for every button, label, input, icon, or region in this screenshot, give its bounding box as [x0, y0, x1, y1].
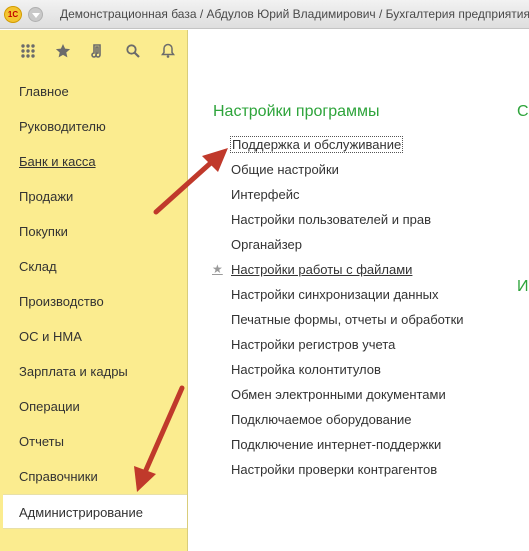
link-file-settings[interactable]: ★ Настройки работы с файлами [212, 257, 464, 282]
section-warehouse[interactable]: Склад [0, 249, 187, 284]
link-label: Подключение интернет-поддержки [231, 437, 442, 452]
window-title: Демонстрационная база / Абдулов Юрий Вла… [60, 7, 529, 21]
settings-links-list: Поддержка и обслуживание Общие настройки… [212, 132, 464, 482]
link-label: Настройки пользователей и прав [231, 212, 432, 227]
section-label: Банк и касса [19, 154, 96, 169]
section-sales[interactable]: Продажи [0, 179, 187, 214]
link-label: Печатные формы, отчеты и обработки [231, 312, 464, 327]
link-general-settings[interactable]: Общие настройки [231, 157, 464, 182]
section-manager[interactable]: Руководителю [0, 109, 187, 144]
link-interface[interactable]: Интерфейс [231, 182, 464, 207]
section-label: Операции [19, 399, 80, 414]
sidebar-toolbar [0, 30, 187, 72]
link-organizer[interactable]: Органайзер [231, 232, 464, 257]
section-bank-cash[interactable]: Банк и касса [0, 144, 187, 179]
section-label: Руководителю [19, 119, 106, 134]
section-administration[interactable]: Администрирование [3, 494, 187, 529]
link-equipment[interactable]: Подключаемое оборудование [231, 407, 464, 432]
link-label: Интерфейс [231, 187, 300, 202]
section-label: Склад [19, 259, 57, 274]
link-label: Настройки синхронизации данных [231, 287, 439, 302]
section-label: Справочники [19, 469, 98, 484]
sections-list: Главное Руководителю Банк и касса Продаж… [0, 74, 187, 529]
section-catalogs[interactable]: Справочники [0, 459, 187, 494]
section-production[interactable]: Производство [0, 284, 187, 319]
second-column-heading: С [517, 103, 529, 120]
link-internet-support[interactable]: Подключение интернет-поддержки [231, 432, 464, 457]
link-label: Настройки проверки контрагентов [231, 462, 438, 477]
link-accounting-registers[interactable]: Настройки регистров учета [231, 332, 464, 357]
section-label: Зарплата и кадры [19, 364, 128, 379]
section-operations[interactable]: Операции [0, 389, 187, 424]
section-fixed-assets[interactable]: ОС и НМА [0, 319, 187, 354]
section-label: Отчеты [19, 434, 64, 449]
main-menu-button[interactable] [28, 7, 43, 22]
section-salary-hr[interactable]: Зарплата и кадры [0, 354, 187, 389]
link-edi[interactable]: Обмен электронными документами [231, 382, 464, 407]
link-headers-footers[interactable]: Настройка колонтитулов [231, 357, 464, 382]
sections-panel: Главное Руководителю Банк и касса Продаж… [0, 30, 188, 551]
section-purchases[interactable]: Покупки [0, 214, 187, 249]
link-label: Обмен электронными документами [231, 387, 446, 402]
link-label: Поддержка и обслуживание [229, 136, 404, 153]
search-icon[interactable] [115, 39, 150, 63]
section-label: Администрирование [19, 505, 143, 520]
section-label: Покупки [19, 224, 68, 239]
link-label: Органайзер [231, 237, 302, 252]
title-bar: 1С Демонстрационная база / Абдулов Юрий … [0, 0, 529, 29]
apps-grid-icon[interactable] [10, 39, 45, 63]
app-logo-icon[interactable]: 1С [4, 6, 22, 23]
favorite-star-icon: ★ [212, 262, 223, 276]
content-area: Настройки программы С И Поддержка и обсл… [189, 30, 529, 551]
link-label: Общие настройки [231, 162, 339, 177]
link-users-rights[interactable]: Настройки пользователей и прав [231, 207, 464, 232]
link-label: Настройки регистров учета [231, 337, 396, 352]
history-icon[interactable] [80, 39, 115, 63]
section-reports[interactable]: Отчеты [0, 424, 187, 459]
link-data-sync[interactable]: Настройки синхронизации данных [231, 282, 464, 307]
third-column-heading: И [517, 278, 529, 295]
link-label: Подключаемое оборудование [231, 412, 412, 427]
link-label: Настройки работы с файлами [231, 262, 413, 277]
section-label: ОС и НМА [19, 329, 82, 344]
bell-icon[interactable] [150, 39, 185, 63]
section-label: Производство [19, 294, 104, 309]
section-label: Продажи [19, 189, 74, 204]
program-settings-heading: Настройки программы [213, 103, 380, 120]
section-label: Главное [19, 84, 69, 99]
link-counterparty-check[interactable]: Настройки проверки контрагентов [231, 457, 464, 482]
link-support-maintenance[interactable]: Поддержка и обслуживание [229, 132, 464, 157]
section-main[interactable]: Главное [0, 74, 187, 109]
star-icon[interactable] [45, 39, 80, 63]
link-label: Настройка колонтитулов [231, 362, 381, 377]
link-print-forms[interactable]: Печатные формы, отчеты и обработки [231, 307, 464, 332]
